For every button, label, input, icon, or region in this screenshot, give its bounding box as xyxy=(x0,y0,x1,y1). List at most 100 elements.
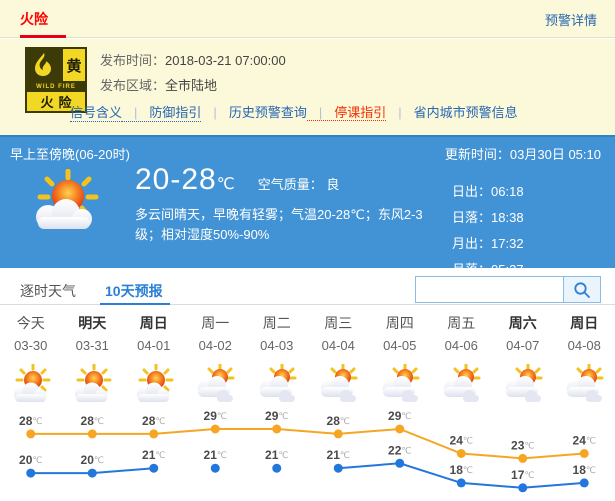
search-button[interactable] xyxy=(563,276,601,303)
day-name: 周四 xyxy=(369,313,431,333)
update-time-label: 更新时间： xyxy=(445,147,510,162)
temp-label: 20℃ xyxy=(19,453,42,467)
tab-ten-day-forecast[interactable]: 10天预报 xyxy=(105,281,163,301)
day-name: 周日 xyxy=(554,313,615,333)
temp-point xyxy=(395,459,404,468)
day-name: 周五 xyxy=(431,313,493,333)
sunrise-value: 06:18 xyxy=(491,184,524,199)
temp-label: 29℃ xyxy=(204,409,227,423)
warning-links: 信号含义防御指引历史预警查询停课指引省内城市预警信息 xyxy=(70,102,518,121)
tab-fire-risk[interactable]: 火险 xyxy=(20,9,48,29)
day-name: 周日 xyxy=(123,313,185,333)
temp-point xyxy=(211,464,220,473)
temp-point xyxy=(272,425,281,434)
temp-label: 28℃ xyxy=(19,414,42,428)
temp-label: 24℃ xyxy=(450,434,473,448)
air-quality: 空气质量： 良 xyxy=(258,174,340,193)
day-date: 04-08 xyxy=(554,338,615,353)
warning-block: 黄 WILD FIRE 火险 发布时间：2018-03-21 07:00:00 … xyxy=(0,39,615,135)
sunrise-label: 日出： xyxy=(452,184,491,199)
temp-point xyxy=(334,429,343,438)
day-date-row: 03-3003-3104-0104-0204-0304-0404-0504-06… xyxy=(0,338,615,353)
temp-point xyxy=(518,454,527,463)
day-name: 周二 xyxy=(246,313,308,333)
publish-area-value: 全市陆地 xyxy=(165,78,217,93)
day-date: 04-04 xyxy=(308,338,370,353)
flame-icon xyxy=(27,49,61,81)
sunset-value: 18:38 xyxy=(491,210,524,225)
weather-icon-cloudy xyxy=(369,362,431,408)
forecast-tabs: 逐时天气 10天预报 xyxy=(0,274,615,305)
temp-label: 29℃ xyxy=(265,409,288,423)
publish-time-row: 发布时间：2018-03-21 07:00:00 xyxy=(100,50,286,69)
day-name: 周一 xyxy=(185,313,247,333)
day-date: 04-05 xyxy=(369,338,431,353)
temp-point xyxy=(149,464,158,473)
temperature-range: 20-28℃ xyxy=(135,163,236,197)
search-input[interactable] xyxy=(415,276,563,303)
sunset-label: 日落： xyxy=(452,210,491,225)
day-date: 04-03 xyxy=(246,338,308,353)
temp-point xyxy=(334,464,343,473)
search-icon xyxy=(573,281,591,299)
day-date: 03-31 xyxy=(62,338,124,353)
weather-icon-partly-sunny xyxy=(123,362,185,408)
day-name: 明天 xyxy=(62,313,124,333)
publish-area-row: 发布区域：全市陆地 xyxy=(100,75,217,94)
badge-band-text: WILD FIRE xyxy=(27,81,85,92)
temp-chart: 28℃28℃28℃29℃29℃28℃29℃24℃23℃24℃20℃20℃21℃2… xyxy=(0,405,615,501)
warning-detail-link[interactable]: 预警详情 xyxy=(545,10,597,29)
temp-label: 18℃ xyxy=(450,463,473,477)
temp-point xyxy=(580,449,589,458)
weather-description: 多云间晴天，早晚有轻雾；气温20-28℃；东风2-3级；相对湿度50%-90% xyxy=(135,205,435,245)
day-date: 04-02 xyxy=(185,338,247,353)
temp-label: 28℃ xyxy=(81,414,104,428)
day-date: 03-30 xyxy=(0,338,62,353)
day-name: 周六 xyxy=(492,313,554,333)
day-name-row: 今天明天周日周一周二周三周四周五周六周日 xyxy=(0,313,615,333)
temp-label: 17℃ xyxy=(511,468,534,482)
temp-point xyxy=(88,469,97,478)
tab-ten-day-underline xyxy=(100,303,170,305)
temp-point xyxy=(26,469,35,478)
publish-time-label: 发布时间： xyxy=(100,53,165,68)
link-history-query[interactable]: 历史预警查询 xyxy=(201,105,306,120)
weather-icon-cloudy xyxy=(308,362,370,408)
temp-label: 23℃ xyxy=(511,438,534,452)
day-date: 04-07 xyxy=(492,338,554,353)
air-quality-value: 良 xyxy=(326,177,339,192)
current-weather-main: 20-28℃ 空气质量： 良 多云间晴天，早晚有轻雾；气温20-28℃；东风2-… xyxy=(135,163,435,245)
temp-label: 21℃ xyxy=(204,448,227,462)
temp-label: 28℃ xyxy=(327,414,350,428)
temp-label: 21℃ xyxy=(265,448,288,462)
temp-label: 18℃ xyxy=(573,463,596,477)
link-province-city-warnings[interactable]: 省内城市预警信息 xyxy=(386,105,517,120)
tab-hourly-weather[interactable]: 逐时天气 xyxy=(20,281,76,301)
weather-icon-cloudy xyxy=(185,362,247,408)
moonrise-value: 17:32 xyxy=(491,236,524,251)
weather-icon-partly-sunny xyxy=(0,362,62,408)
day-name: 今天 xyxy=(0,313,62,333)
current-weather-panel: 早上至傍晚(06-20时) 更新时间：03月30日 05:10 xyxy=(0,135,615,268)
day-date: 04-01 xyxy=(123,338,185,353)
temp-label: 22℃ xyxy=(388,443,411,457)
temp-point xyxy=(88,429,97,438)
link-defense-guide[interactable]: 防御指引 xyxy=(122,105,201,122)
sun-moon-times: 日出：06:18 日落：18:38 月出：17:32 月落：05:27 xyxy=(452,179,615,283)
day-icon-row xyxy=(0,362,615,408)
weather-icon-cloudy xyxy=(246,362,308,408)
temp-point xyxy=(395,425,404,434)
moonrise-label: 月出： xyxy=(452,236,491,251)
update-time: 更新时间：03月30日 05:10 xyxy=(445,144,601,163)
temp-point xyxy=(457,478,466,487)
temp-label: 24℃ xyxy=(573,434,596,448)
link-school-closure-guide[interactable]: 停课指引 xyxy=(307,105,386,121)
temp-point xyxy=(26,429,35,438)
publish-area-label: 发布区域： xyxy=(100,78,165,93)
link-signal-meaning[interactable]: 信号含义 xyxy=(70,105,122,122)
day-name: 周三 xyxy=(308,313,370,333)
weather-icon-cloudy xyxy=(492,362,554,408)
publish-time-value: 2018-03-21 07:00:00 xyxy=(165,53,286,68)
header: 火险 预警详情 xyxy=(0,0,615,38)
weather-icon-cloudy xyxy=(431,362,493,408)
